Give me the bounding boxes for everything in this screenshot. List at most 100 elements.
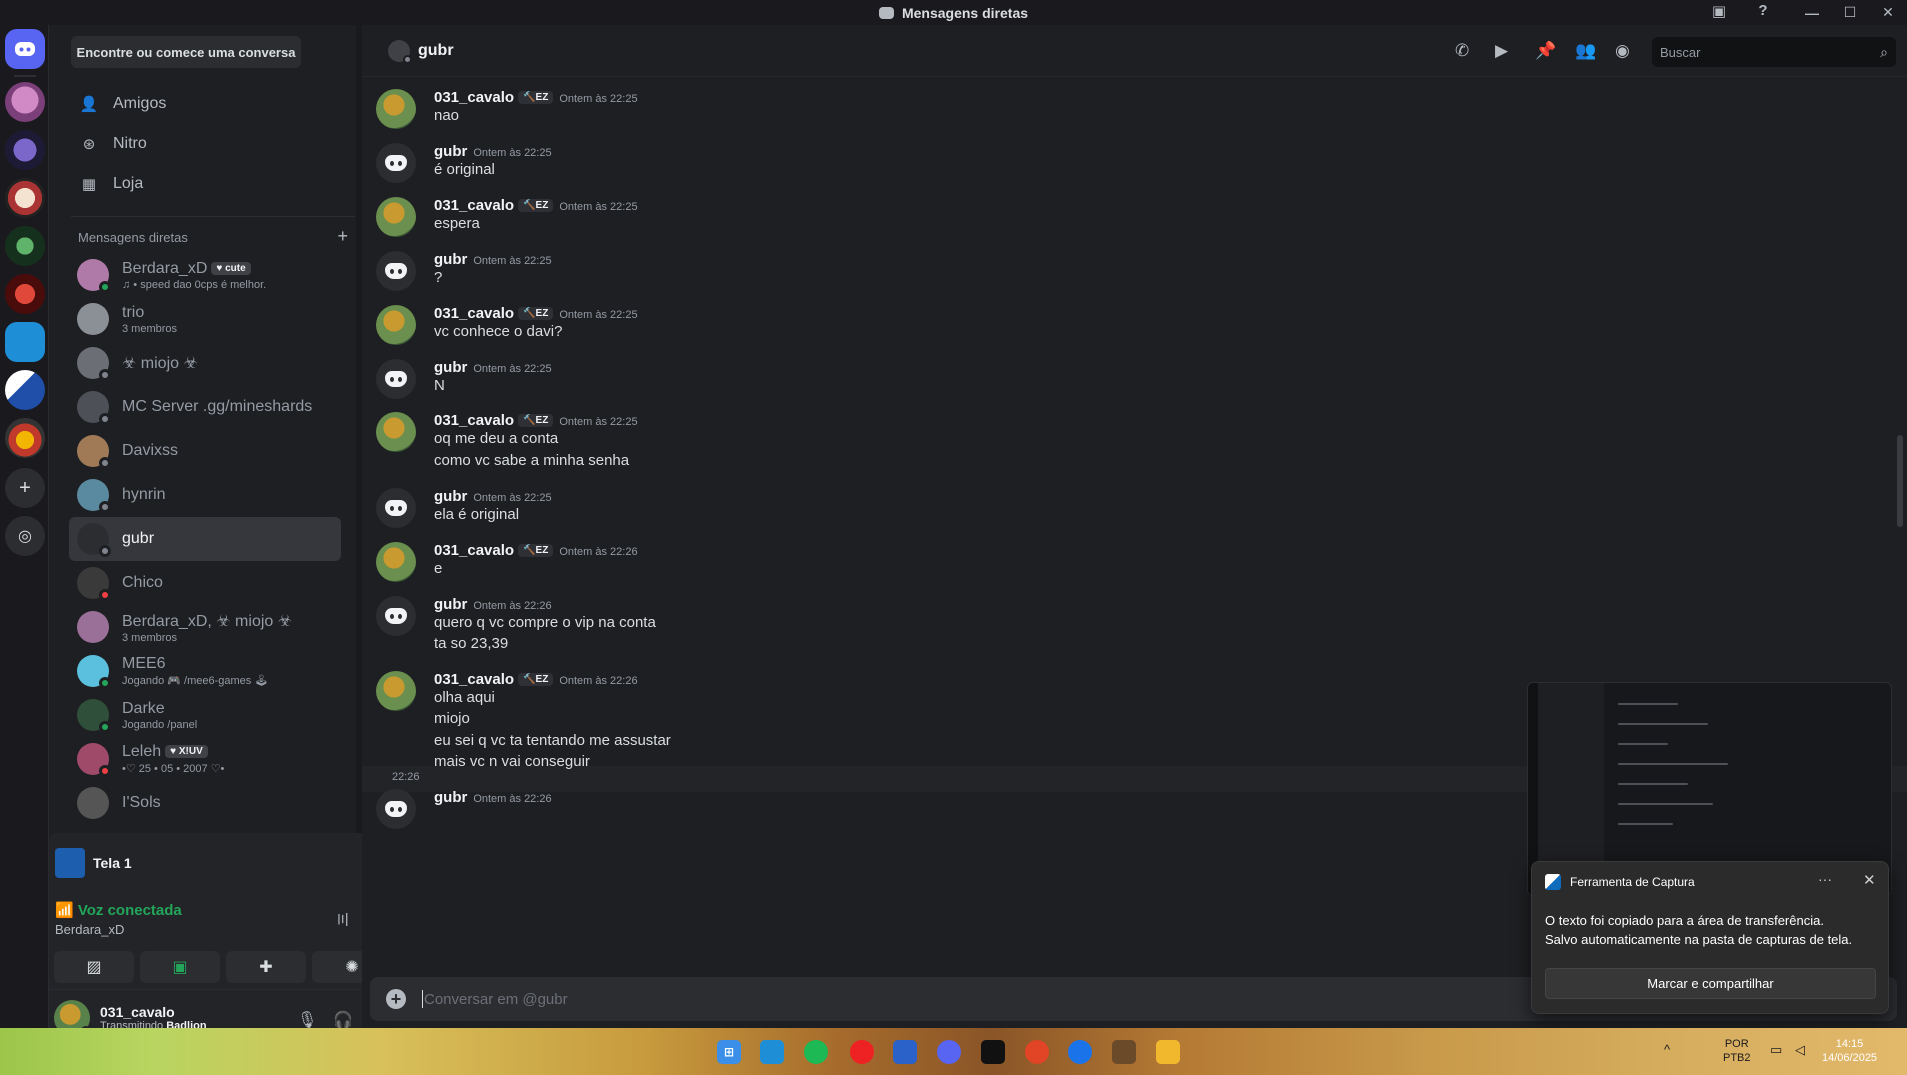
opera-icon[interactable] — [850, 1040, 874, 1064]
clan-tag[interactable]: 🔨EZ — [518, 672, 554, 686]
camera-button[interactable]: ▨ — [54, 951, 134, 983]
screenshare-thumbnail[interactable] — [55, 848, 85, 878]
dm-item[interactable]: Darke Jogando /panel — [69, 693, 341, 737]
message-avatar[interactable] — [376, 670, 416, 711]
message-author[interactable]: 031_cavalo — [434, 542, 514, 559]
ea-icon[interactable] — [1025, 1040, 1049, 1064]
message-author[interactable]: gubr — [434, 789, 467, 806]
message-author[interactable]: gubr — [434, 143, 467, 160]
clan-tag[interactable]: 🔨EZ — [518, 198, 554, 212]
nav-friends[interactable]: 👤 Amigos — [71, 86, 301, 122]
message-avatar[interactable] — [376, 196, 416, 237]
voice-channel[interactable]: Berdara_xD — [55, 922, 124, 937]
add-friends-to-dm-icon[interactable]: 👥 — [1575, 41, 1596, 61]
dm-item[interactable]: MEE6 Jogando 🎮 /mee6-games 🕹 — [69, 649, 341, 693]
microphone-icon[interactable]: 🎙 — [297, 1010, 317, 1030]
dm-item[interactable]: MC Server .gg/mineshards — [69, 385, 341, 429]
attach-plus-icon[interactable]: + — [386, 989, 406, 1009]
message-author[interactable]: 031_cavalo — [434, 197, 514, 214]
dm-item[interactable]: Berdara_xD ♥ cute ♫ • speed dao 0cps é mel… — [69, 253, 341, 297]
voice-call-icon[interactable]: ✆ — [1455, 41, 1469, 61]
mark-and-share-button[interactable]: Marcar e compartilhar — [1545, 968, 1876, 999]
find-conversation-button[interactable]: Encontre ou comece uma conversa — [71, 36, 301, 68]
volume-icon[interactable]: ◁ — [1795, 1043, 1805, 1057]
recipient-name[interactable]: gubr — [418, 42, 454, 60]
server-icon[interactable] — [5, 322, 45, 362]
message-author[interactable]: 031_cavalo — [434, 671, 514, 688]
screenshare-button[interactable]: ▣ — [140, 951, 220, 983]
message-avatar[interactable] — [376, 358, 416, 399]
network-icon[interactable]: ▭ — [1770, 1043, 1782, 1057]
activity-button[interactable]: ✚ — [226, 951, 306, 983]
dm-item[interactable]: trio 3 membros — [69, 297, 341, 341]
message-avatar[interactable] — [376, 412, 416, 453]
more-options-icon[interactable]: ··· — [1818, 871, 1832, 887]
server-icon[interactable] — [5, 370, 45, 410]
message-avatar[interactable] — [376, 541, 416, 582]
server-icon[interactable] — [5, 130, 45, 170]
video-call-icon[interactable]: ▶ — [1495, 41, 1508, 61]
nav-nitro[interactable]: ⊛ Nitro — [71, 126, 301, 162]
chat-scrollbar[interactable] — [1897, 435, 1903, 527]
dm-item[interactable]: hynrin — [69, 473, 341, 517]
app-icon[interactable] — [760, 1040, 784, 1064]
message-author[interactable]: gubr — [434, 488, 467, 505]
dm-item[interactable]: Berdara_xD, ☣ miojo ☣ 3 membros — [69, 605, 341, 649]
tray-chevron-icon[interactable]: ^ — [1664, 1043, 1670, 1057]
clock[interactable]: 14:15 14/06/2025 — [1822, 1037, 1877, 1065]
clan-tag[interactable]: 🔨EZ — [518, 543, 554, 557]
chrome-icon[interactable] — [1068, 1040, 1092, 1064]
home-button[interactable] — [5, 29, 45, 69]
create-dm-icon[interactable]: + — [337, 227, 348, 245]
message-avatar[interactable] — [376, 89, 416, 129]
maximize-button[interactable]: ☐ — [1831, 4, 1869, 21]
discover-button[interactable]: ◎ — [5, 516, 45, 556]
nav-shop[interactable]: ▦ Loja — [71, 166, 301, 202]
voice-status[interactable]: 📶 Voz conectada — [55, 901, 182, 919]
message-avatar[interactable] — [376, 487, 416, 528]
dm-item[interactable]: I'Sols — [69, 781, 341, 825]
server-icon[interactable] — [5, 226, 45, 266]
discord-taskbar-icon[interactable] — [937, 1040, 961, 1064]
app-icon[interactable] — [981, 1040, 1005, 1064]
minimize-button[interactable]: — — [1793, 5, 1831, 21]
message-author[interactable]: 031_cavalo — [434, 412, 514, 429]
close-button[interactable]: ✕ — [1869, 4, 1907, 21]
app-icon[interactable] — [893, 1040, 917, 1064]
message-author[interactable]: gubr — [434, 251, 467, 268]
user-profile-icon[interactable]: ◉ — [1615, 41, 1630, 61]
message-avatar[interactable] — [376, 304, 416, 345]
dm-item[interactable]: Davixss — [69, 429, 341, 473]
spotify-icon[interactable] — [804, 1040, 828, 1064]
help-icon[interactable]: ? — [1752, 2, 1774, 22]
recipient-avatar[interactable] — [388, 39, 412, 64]
add-server-button[interactable]: + — [5, 468, 45, 508]
message-author[interactable]: 031_cavalo — [434, 89, 514, 106]
pinned-messages-icon[interactable]: 📌 — [1535, 41, 1556, 61]
server-icon[interactable] — [5, 82, 45, 122]
noise-suppression-icon[interactable]: 〣 — [335, 909, 350, 930]
close-notification-icon[interactable]: ✕ — [1863, 871, 1876, 889]
clan-tag[interactable]: 🔨EZ — [518, 91, 554, 104]
message-avatar[interactable] — [376, 595, 416, 636]
message-avatar[interactable] — [376, 142, 416, 183]
dm-item[interactable]: Chico — [69, 561, 341, 605]
language-indicator[interactable]: POR PTB2 — [1723, 1037, 1751, 1065]
clan-tag[interactable]: 🔨EZ — [518, 414, 554, 428]
dm-item[interactable]: Leleh ♥ X!UV •♡ 25 • 05 • 2007 ♡• — [69, 737, 341, 781]
server-icon[interactable] — [5, 274, 45, 314]
search-input[interactable]: Buscar ⌕ — [1652, 37, 1896, 67]
start-icon[interactable]: ⊞ — [717, 1040, 741, 1064]
server-icon[interactable] — [5, 418, 45, 458]
file-explorer-icon[interactable] — [1156, 1040, 1180, 1064]
message-avatar[interactable] — [376, 250, 416, 291]
inbox-icon[interactable]: ▣ — [1708, 2, 1730, 22]
headphones-icon[interactable]: 🎧 — [333, 1010, 353, 1030]
dm-item[interactable]: gubr — [69, 517, 341, 561]
server-icon[interactable] — [5, 178, 45, 218]
message-author[interactable]: 031_cavalo — [434, 305, 514, 322]
dm-item[interactable]: ☣ miojo ☣ — [69, 341, 341, 385]
message-avatar[interactable] — [376, 788, 416, 829]
clan-tag[interactable]: 🔨EZ — [518, 306, 554, 320]
minecraft-icon[interactable] — [1112, 1040, 1136, 1064]
